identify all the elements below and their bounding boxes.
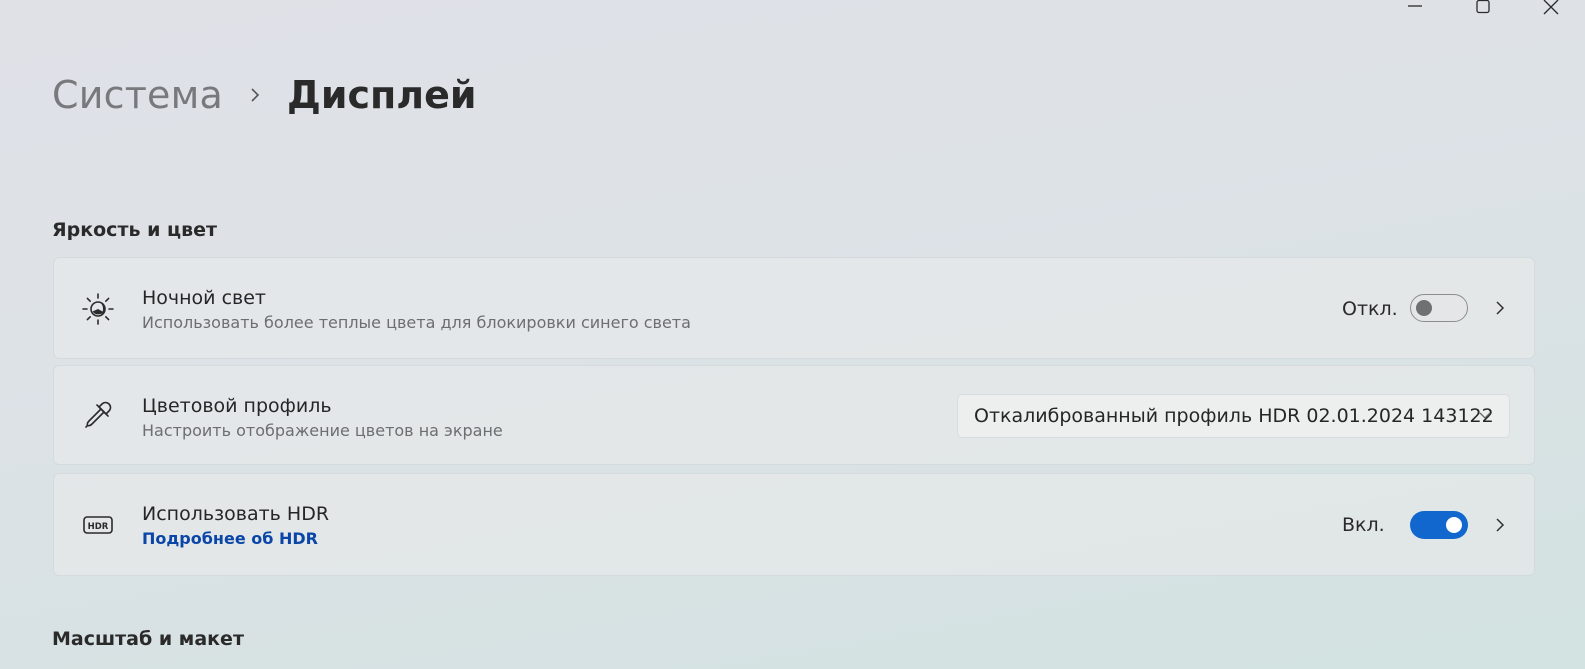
hdr-state-label: Вкл. xyxy=(1342,514,1385,536)
night-light-chevron-icon[interactable] xyxy=(1490,298,1510,318)
close-icon xyxy=(1543,0,1559,15)
maximize-icon xyxy=(1476,0,1490,14)
color-profile-text: Цветовой профиль Настроить отображение ц… xyxy=(142,395,503,440)
color-profile-title: Цветовой профиль xyxy=(142,395,332,417)
maximize-button[interactable] xyxy=(1449,0,1517,18)
window-controls xyxy=(1381,0,1585,18)
hdr-learn-more-link[interactable]: Подробнее об HDR xyxy=(142,529,329,548)
hdr-chevron-icon[interactable] xyxy=(1490,515,1510,535)
minimize-button[interactable] xyxy=(1381,0,1449,18)
close-button[interactable] xyxy=(1517,0,1585,18)
night-light-toggle[interactable] xyxy=(1410,294,1468,322)
night-light-title: Ночной свет xyxy=(142,287,266,309)
minimize-icon xyxy=(1408,5,1422,7)
hdr-title: Использовать HDR xyxy=(142,503,330,525)
breadcrumb-parent-link[interactable]: Система xyxy=(52,73,223,117)
section-title-scale: Масштаб и макет xyxy=(52,628,244,650)
hdr-icon: HDR xyxy=(80,507,116,543)
night-light-icon xyxy=(80,291,116,327)
page-title: Дисплей xyxy=(287,73,477,117)
night-light-subtitle: Использовать более теплые цвета для блок… xyxy=(142,313,691,332)
toggle-knob xyxy=(1416,300,1432,316)
night-light-state-label: Откл. xyxy=(1342,298,1398,320)
hdr-text: Использовать HDR Подробнее об HDR xyxy=(142,503,329,548)
hdr-card[interactable]: HDR Использовать HDR Подробнее об HDR Вк… xyxy=(53,473,1535,576)
color-profile-card: Цветовой профиль Настроить отображение ц… xyxy=(53,365,1535,465)
breadcrumb: Система Дисплей xyxy=(52,66,476,124)
chevron-down-icon xyxy=(1477,408,1493,424)
hdr-toggle[interactable] xyxy=(1410,511,1468,539)
night-light-card[interactable]: Ночной свет Использовать более теплые цв… xyxy=(53,257,1535,359)
chevron-right-icon xyxy=(249,86,261,104)
night-light-text: Ночной свет Использовать более теплые цв… xyxy=(142,287,691,332)
svg-text:HDR: HDR xyxy=(88,522,109,532)
color-profile-subtitle: Настроить отображение цветов на экране xyxy=(142,421,503,440)
color-profile-selected: Откалиброванный профиль HDR 02.01.2024 1… xyxy=(974,405,1494,427)
toggle-knob xyxy=(1446,517,1462,533)
eyedropper-icon xyxy=(80,397,116,433)
color-profile-dropdown[interactable]: Откалиброванный профиль HDR 02.01.2024 1… xyxy=(957,394,1510,438)
section-title-brightness: Яркость и цвет xyxy=(52,219,218,241)
